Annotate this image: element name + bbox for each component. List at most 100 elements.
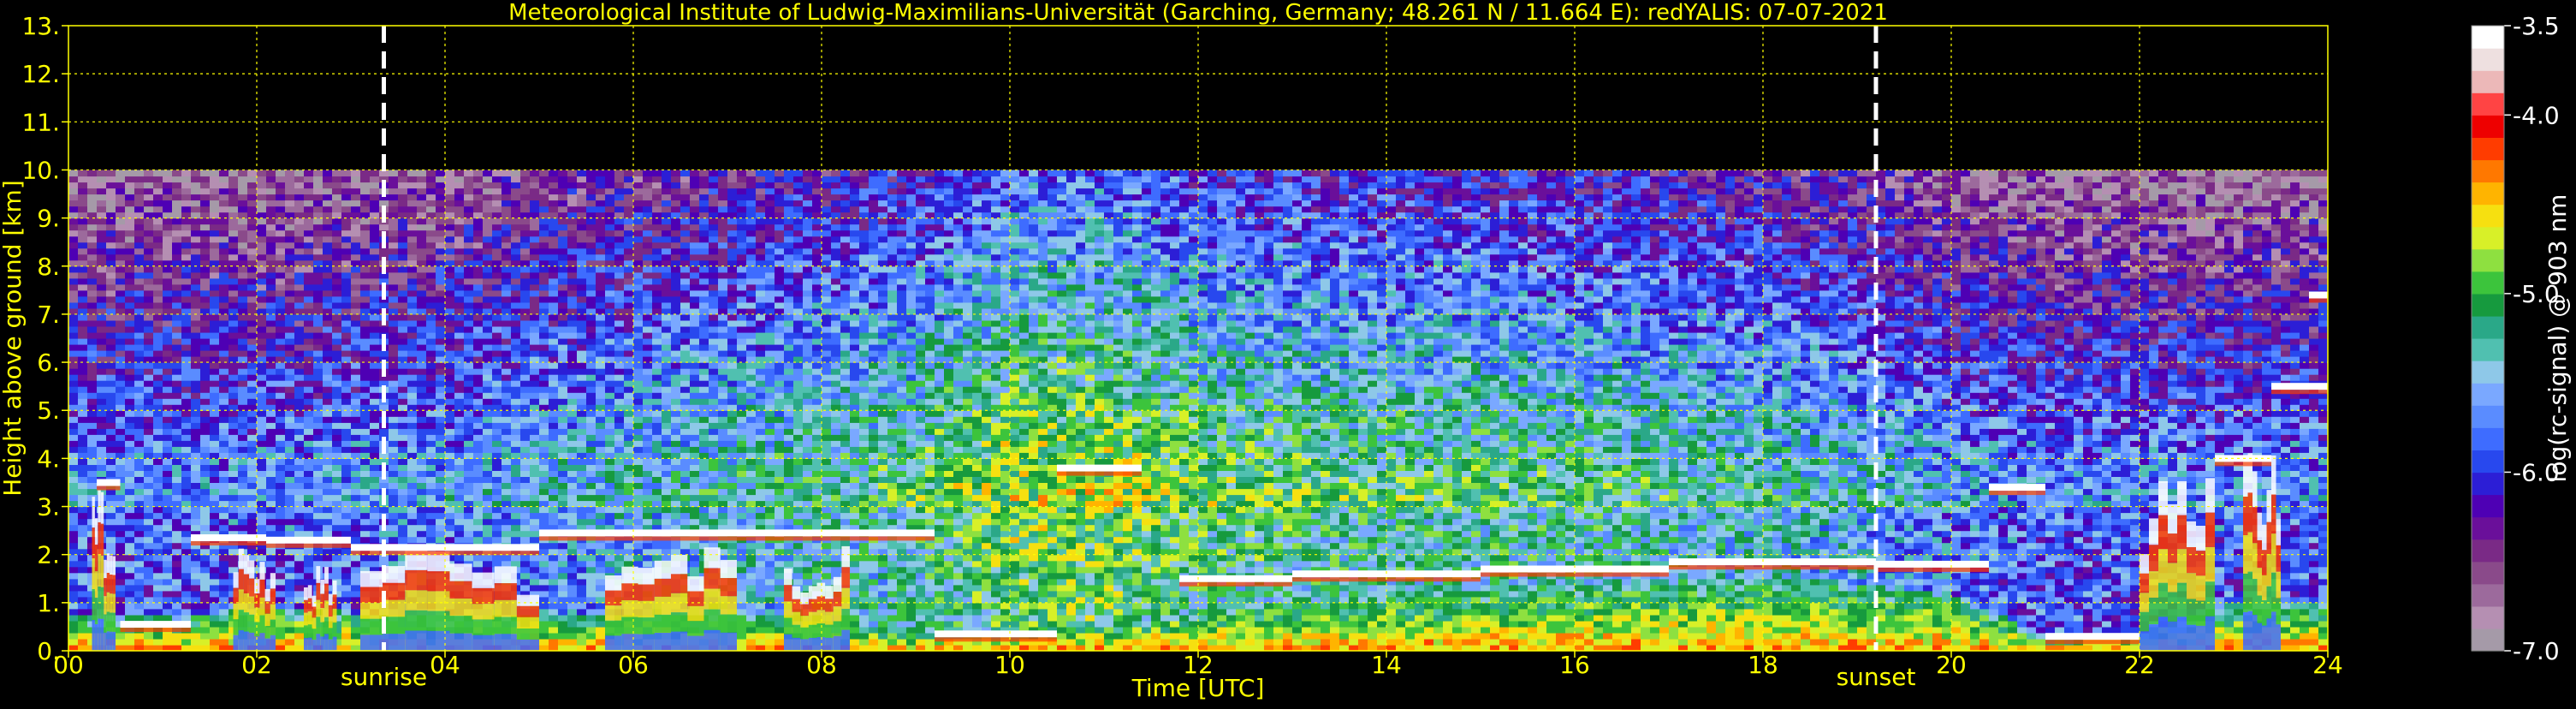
heatmap-cell xyxy=(614,422,625,429)
heatmap-cell xyxy=(97,319,107,327)
heatmap-cell xyxy=(417,176,427,183)
heatmap-cell xyxy=(426,446,436,453)
heatmap-cell xyxy=(492,494,502,502)
heatmap-cell xyxy=(558,295,568,303)
heatmap-cell xyxy=(332,494,342,502)
heatmap-cell xyxy=(200,386,211,393)
heatmap-cell xyxy=(294,578,305,586)
heatmap-cell xyxy=(483,458,493,465)
heatmap-cell xyxy=(257,392,267,399)
heatmap-cell xyxy=(633,223,644,231)
heatmap-cell xyxy=(134,206,145,213)
heatmap-cell xyxy=(445,170,455,177)
heatmap-cell xyxy=(417,194,427,201)
heatmap-cell xyxy=(539,194,549,201)
heatmap-cell xyxy=(558,350,568,357)
heatmap-cell xyxy=(502,229,512,237)
heatmap-cell xyxy=(191,229,201,237)
heatmap-cell xyxy=(530,319,540,327)
heatmap-cell xyxy=(558,584,568,592)
heatmap-cell xyxy=(144,566,154,574)
heatmap-cell xyxy=(144,458,154,465)
heatmap-cell xyxy=(87,289,98,297)
heatmap-cell xyxy=(605,229,615,237)
heatmap-cell xyxy=(229,512,239,520)
heatmap-cell xyxy=(341,188,352,195)
heatmap-cell xyxy=(436,301,446,309)
heatmap-cell xyxy=(191,206,201,213)
heatmap-cell xyxy=(68,247,79,255)
heatmap-cell xyxy=(596,229,606,237)
heatmap-cell xyxy=(464,458,474,465)
heatmap-cell xyxy=(407,283,418,291)
heatmap-cell xyxy=(332,440,342,447)
heatmap-cell xyxy=(153,229,163,237)
heatmap-cell xyxy=(539,235,549,243)
heatmap-cell xyxy=(436,488,446,496)
heatmap-cell xyxy=(351,518,361,526)
heatmap-cell xyxy=(454,200,465,207)
heatmap-cell xyxy=(266,176,276,183)
heatmap-cell xyxy=(596,277,606,285)
heatmap-cell xyxy=(605,313,615,321)
heatmap-cell xyxy=(360,223,371,231)
heatmap-cell xyxy=(464,362,474,369)
heatmap-cell xyxy=(238,217,248,225)
heatmap-cell xyxy=(172,590,182,598)
heatmap-cell xyxy=(181,458,192,465)
heatmap-cell xyxy=(473,494,484,502)
heatmap-cell xyxy=(351,229,361,237)
heatmap-cell xyxy=(238,470,248,477)
heatmap-cell xyxy=(464,386,474,393)
heatmap-cell xyxy=(229,416,239,423)
heatmap-cell xyxy=(87,374,98,381)
heatmap-cell xyxy=(153,512,163,520)
heatmap-cell xyxy=(351,200,361,207)
heatmap-cell xyxy=(87,319,98,327)
heatmap-cell xyxy=(323,253,333,261)
heatmap-cell xyxy=(360,368,371,375)
heatmap-cell xyxy=(351,223,361,231)
heatmap-cell xyxy=(210,512,220,520)
heatmap-cell xyxy=(257,301,267,309)
heatmap-cell xyxy=(68,170,79,177)
heatmap-cell xyxy=(87,283,98,291)
heatmap-cell xyxy=(351,554,361,562)
heatmap-cell xyxy=(125,602,135,610)
heatmap-cell xyxy=(483,518,493,526)
heatmap-cell xyxy=(191,482,201,490)
heatmap-cell xyxy=(370,332,380,339)
heatmap-cell xyxy=(577,350,587,357)
heatmap-cell xyxy=(304,326,314,333)
heatmap-cell xyxy=(266,458,276,465)
heatmap-cell xyxy=(549,464,559,471)
heatmap-cell xyxy=(464,235,474,243)
heatmap-cell xyxy=(473,482,484,490)
heatmap-cell xyxy=(87,332,98,339)
heatmap-cell xyxy=(238,313,248,321)
heatmap-cell xyxy=(473,368,484,375)
heatmap-cell xyxy=(520,332,531,339)
heatmap-cell xyxy=(116,223,126,231)
heatmap-cell xyxy=(247,392,258,399)
heatmap-cell xyxy=(106,194,116,201)
heatmap-cell xyxy=(464,265,474,273)
heatmap-cell xyxy=(285,271,295,279)
heatmap-cell xyxy=(68,235,79,243)
heatmap-cell xyxy=(238,247,248,255)
heatmap-cell xyxy=(163,446,173,453)
heatmap-cell xyxy=(229,289,239,297)
heatmap-cell xyxy=(125,182,135,189)
heatmap-cell xyxy=(153,560,163,568)
heatmap-cell xyxy=(78,217,88,225)
heatmap-cell xyxy=(539,590,549,598)
heatmap-cell xyxy=(200,428,211,435)
heatmap-cell xyxy=(652,464,662,471)
heatmap-cell xyxy=(530,470,540,477)
heatmap-cell xyxy=(614,434,625,441)
heatmap-cell xyxy=(304,253,314,261)
heatmap-cell xyxy=(483,398,493,405)
heatmap-cell xyxy=(106,301,116,309)
heatmap-cell xyxy=(134,458,145,465)
heatmap-cell xyxy=(313,229,323,237)
